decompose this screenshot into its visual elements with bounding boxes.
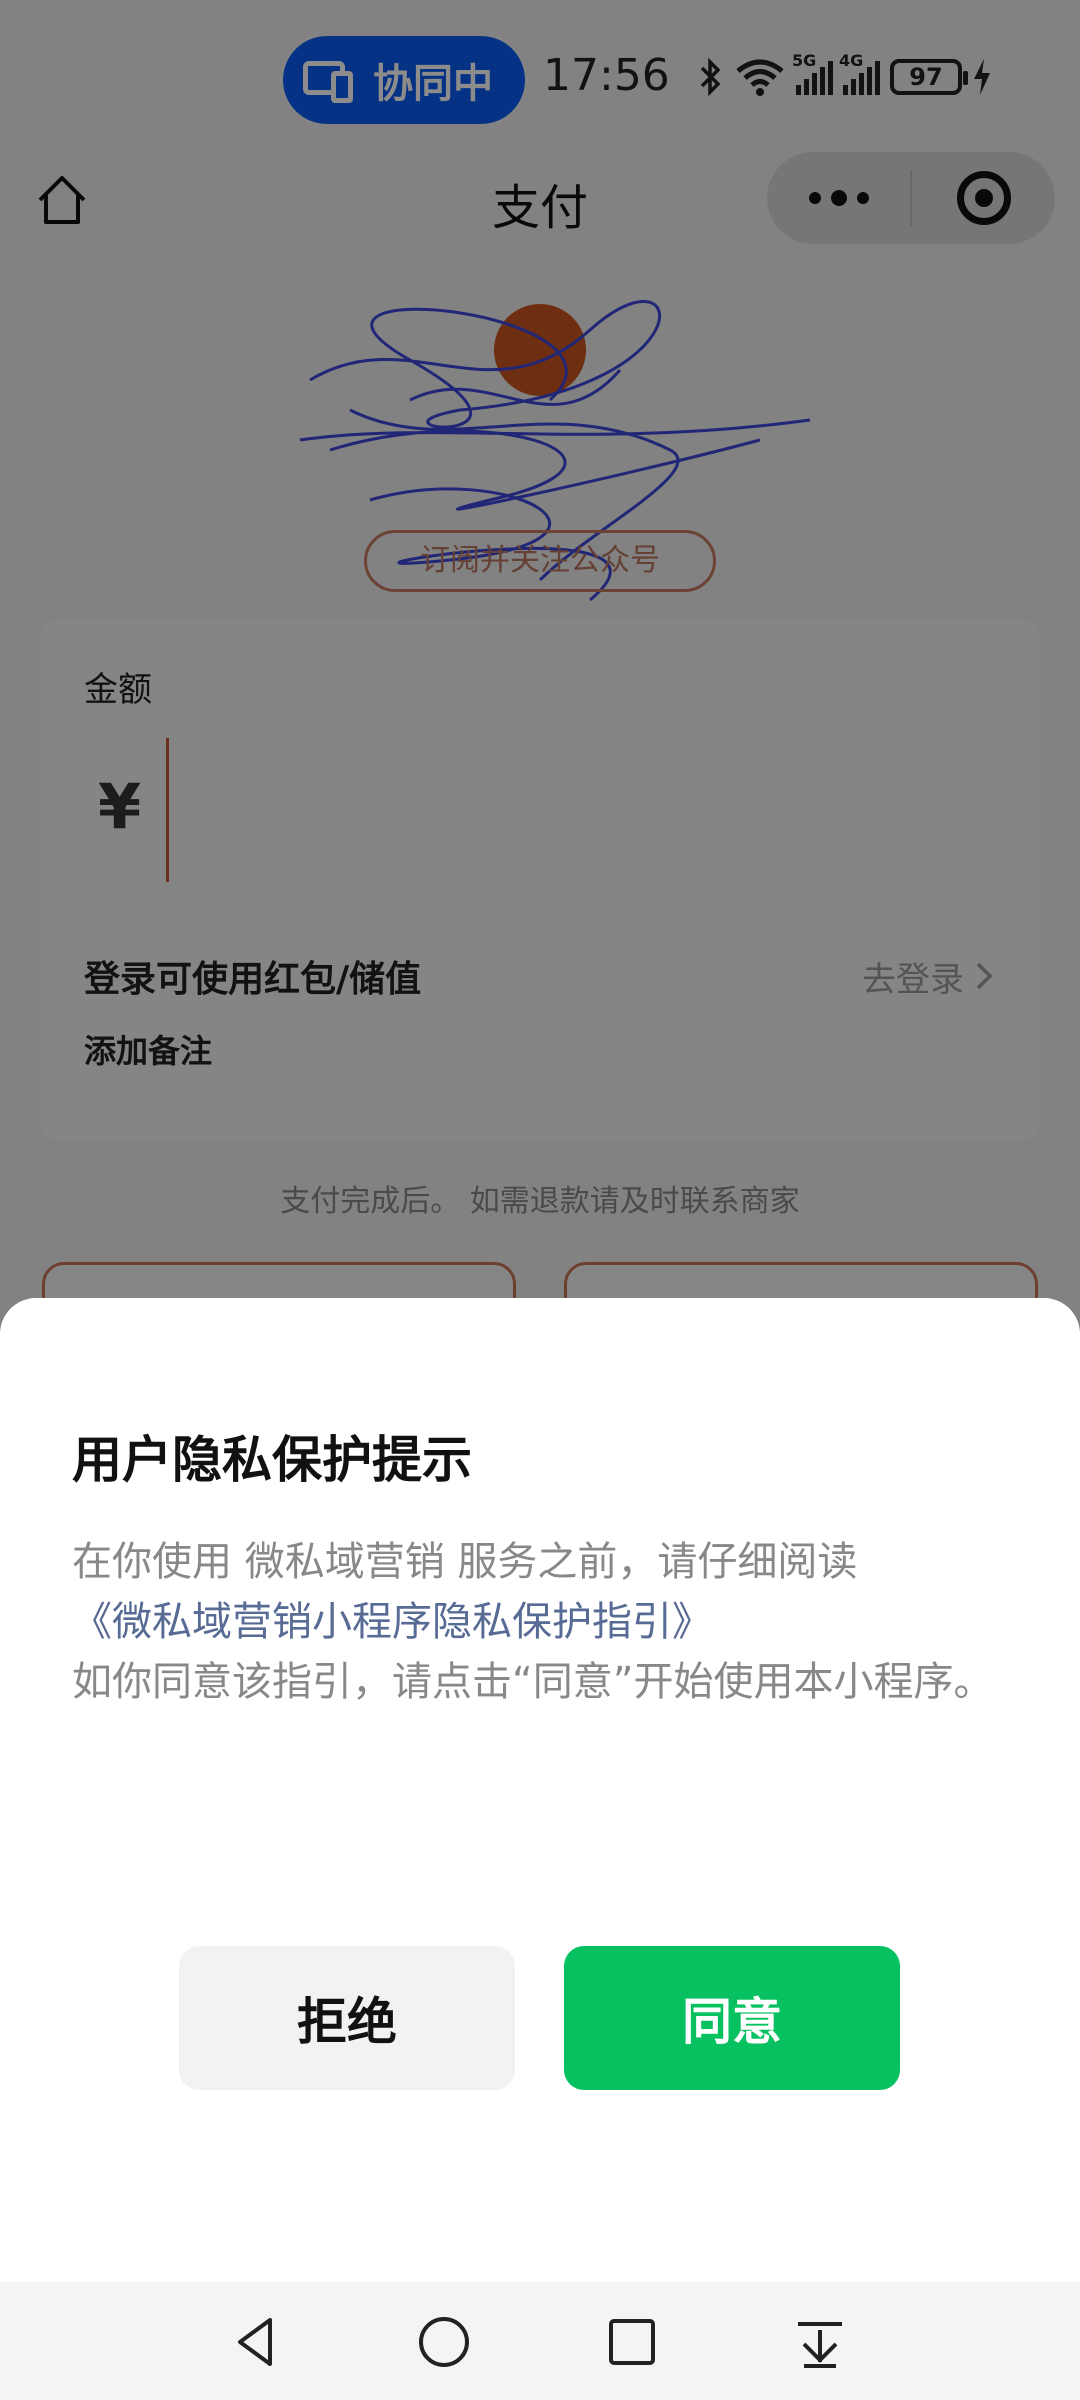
privacy-policy-link[interactable]: 《微私域营销小程序隐私保护指引》 xyxy=(72,1592,1012,1652)
sheet-title: 用户隐私保护提示 xyxy=(72,1431,472,1489)
back-icon[interactable] xyxy=(226,2312,286,2372)
notification-shade-icon[interactable] xyxy=(790,2312,850,2372)
reject-button[interactable]: 拒绝 xyxy=(179,1946,515,2090)
sheet-body: 在你使用 微私域营销 服务之前，请仔细阅读 《微私域营销小程序隐私保护指引》 如… xyxy=(72,1532,1012,1712)
sheet-body-line1: 在你使用 微私域营销 服务之前，请仔细阅读 xyxy=(72,1539,858,1585)
sheet-body-line2: 如你同意该指引，请点击“同意”开始使用本小程序。 xyxy=(72,1659,994,1705)
home-circle-icon[interactable] xyxy=(414,2312,474,2372)
system-navigation-bar xyxy=(0,2282,1080,2400)
privacy-sheet: 用户隐私保护提示 在你使用 微私域营销 服务之前，请仔细阅读 《微私域营销小程序… xyxy=(0,1298,1080,2282)
agree-button[interactable]: 同意 xyxy=(564,1946,900,2090)
recent-apps-icon[interactable] xyxy=(602,2312,662,2372)
